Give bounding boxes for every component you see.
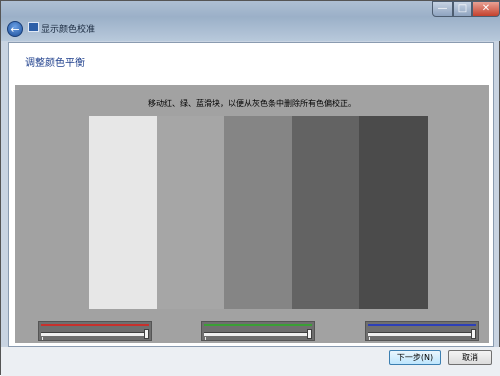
green-slider-track[interactable] — [204, 332, 312, 336]
red-slider-track[interactable] — [41, 332, 149, 336]
gray-bar-1 — [89, 116, 157, 309]
red-slider-tick — [42, 337, 43, 340]
red-slider-fill — [41, 324, 149, 326]
title-bar: ← 显示颜色校准 — □ ✕ — [1, 1, 500, 41]
instruction-text: 移动红、绿、蓝滑块，以便从灰色条中删除所有色偏校正。 — [148, 99, 356, 108]
green-slider[interactable] — [201, 321, 315, 341]
green-slider-fill — [204, 324, 312, 326]
maximize-button[interactable]: □ — [453, 1, 472, 17]
minimize-button[interactable]: — — [432, 1, 453, 17]
close-button[interactable]: ✕ — [472, 1, 500, 17]
blue-slider-tick — [369, 337, 370, 340]
cancel-button[interactable]: 取消 — [448, 350, 492, 365]
display-calibration-icon — [28, 22, 39, 32]
page-heading: 调整颜色平衡 — [25, 58, 85, 69]
window-frame: ← 显示颜色校准 — □ ✕ 调整颜色平衡 移动红、绿、蓝滑块，以便从灰色条中删… — [0, 0, 500, 376]
gray-bar-4 — [292, 116, 359, 309]
gray-bar-3 — [224, 116, 292, 309]
blue-slider-thumb[interactable] — [471, 329, 476, 339]
red-slider[interactable] — [38, 321, 152, 341]
blue-slider-track[interactable] — [368, 332, 476, 336]
green-slider-thumb[interactable] — [307, 329, 312, 339]
blue-slider[interactable] — [365, 321, 479, 341]
wizard-page: 调整颜色平衡 移动红、绿、蓝滑块，以便从灰色条中删除所有色偏校正。 — [8, 42, 494, 347]
blue-slider-fill — [368, 324, 476, 326]
gray-bar-2 — [157, 116, 224, 309]
back-arrow-icon[interactable]: ← — [7, 21, 23, 37]
calibration-area: 移动红、绿、蓝滑块，以便从灰色条中删除所有色偏校正。 — [15, 85, 489, 343]
next-button[interactable]: 下一步(N) — [389, 350, 441, 365]
red-slider-thumb[interactable] — [144, 329, 149, 339]
gray-bar-5 — [359, 116, 428, 309]
green-slider-tick — [205, 337, 206, 340]
window-title: 显示颜色校准 — [41, 25, 96, 35]
